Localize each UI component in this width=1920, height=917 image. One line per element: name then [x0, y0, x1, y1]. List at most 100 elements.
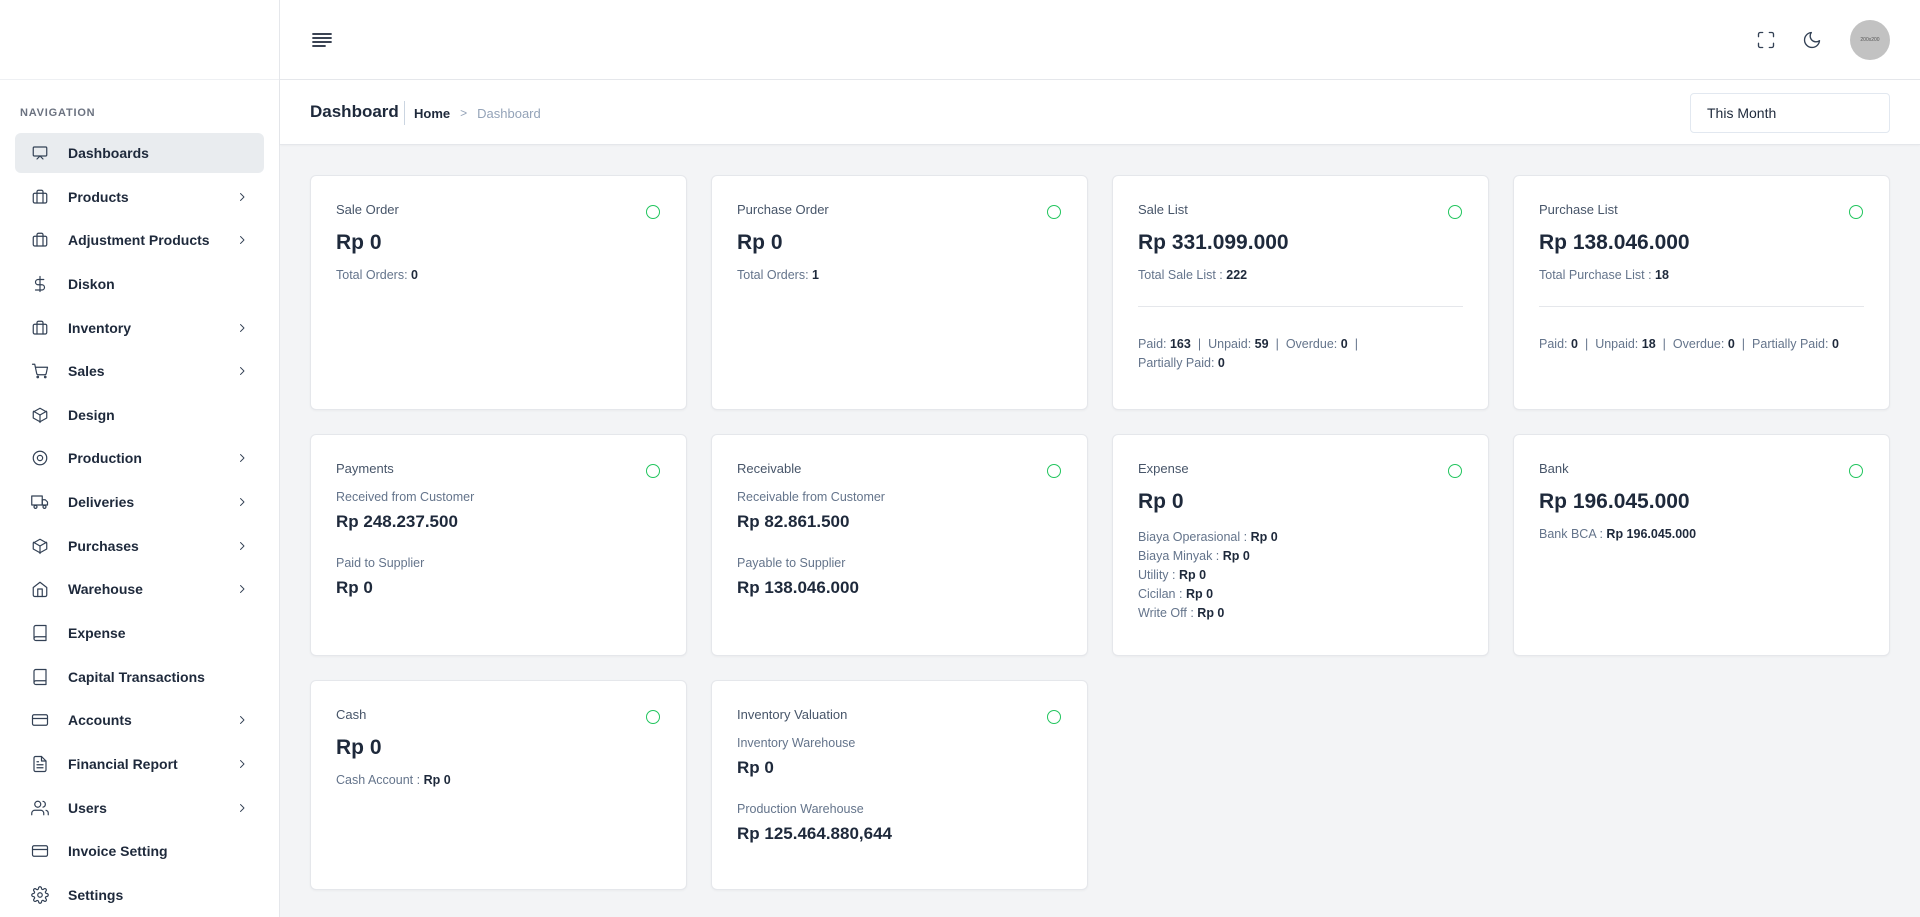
card-amount: Rp 0	[336, 231, 382, 254]
cash-account-line: Cash Account : Rp 0	[336, 773, 661, 787]
sidebar-item-design[interactable]: Design	[15, 395, 264, 435]
status-circle-icon	[1047, 710, 1061, 724]
status-circle-icon	[646, 710, 660, 724]
sidebar-item-purchases[interactable]: Purchases	[15, 526, 264, 566]
inventory-warehouse-value: Rp 0	[737, 758, 774, 777]
payments-card: Payments Received from Customer Rp 248.2…	[310, 434, 687, 656]
gear-icon	[30, 885, 50, 905]
partially-paid-label: Partially Paid:	[1138, 356, 1215, 370]
production-warehouse-label: Production Warehouse	[737, 802, 864, 816]
total-orders-value: 1	[812, 268, 819, 282]
sidebar-item-products[interactable]: Products	[15, 177, 264, 217]
chevron-right-icon	[235, 801, 249, 815]
expense-label: Cicilan :	[1138, 587, 1183, 601]
receivable-from-customer-label: Receivable from Customer	[737, 490, 885, 504]
bank-card: Bank Rp 196.045.000 Bank BCA : Rp 196.04…	[1513, 434, 1890, 656]
sidebar-item-invoice-setting[interactable]: Invoice Setting	[15, 831, 264, 871]
separator: |	[1275, 337, 1279, 351]
sidebar-item-expense[interactable]: Expense	[15, 613, 264, 653]
sidebar-item-capital-transactions[interactable]: Capital Transactions	[15, 657, 264, 697]
sidebar-item-financial-report[interactable]: Financial Report	[15, 744, 264, 784]
sidebar-logo-area	[0, 0, 279, 80]
purchase-list-card: Purchase List Rp 138.046.000 Total Purch…	[1513, 175, 1890, 410]
sidebar-item-deliveries[interactable]: Deliveries	[15, 482, 264, 522]
sidebar-item-production[interactable]: Production	[15, 438, 264, 478]
sidebar-item-users[interactable]: Users	[15, 788, 264, 828]
total-sale-list-label: Total Sale List :	[1138, 268, 1223, 282]
status-circle-icon	[646, 205, 660, 219]
sidebar-item-adjustment-products[interactable]: Adjustment Products	[15, 220, 264, 260]
chevron-right-icon	[235, 451, 249, 465]
page-header: Dashboard Home > Dashboard This Month	[280, 80, 1920, 145]
sidebar-item-label: Inventory	[68, 319, 132, 336]
nav-list: Dashboards Products Adjustment Products …	[0, 133, 279, 915]
bank-account-value: Rp 196.045.000	[1606, 527, 1697, 541]
expense-label: Write Off :	[1138, 606, 1194, 620]
chevron-right-icon	[235, 233, 249, 247]
separator: |	[1662, 337, 1666, 351]
home-icon	[30, 579, 50, 599]
card-title: Expense	[1138, 461, 1189, 476]
briefcase-icon	[30, 187, 50, 207]
expense-value: Rp 0	[1197, 606, 1225, 620]
partially-paid-value: 0	[1217, 356, 1225, 370]
sidebar-item-label: Deliveries	[68, 494, 135, 511]
expense-breakdown-list: Biaya Operasional : Rp 0 Biaya Minyak : …	[1138, 528, 1463, 623]
total-orders-line: Total Orders: 1	[737, 268, 1062, 282]
total-orders-label: Total Orders:	[737, 268, 809, 282]
sidebar-item-diskon[interactable]: Diskon	[15, 264, 264, 304]
paid-value: 163	[1169, 337, 1191, 351]
total-purchase-list-value: 18	[1655, 268, 1669, 282]
sidebar-item-warehouse[interactable]: Warehouse	[15, 569, 264, 609]
credit-card-icon	[30, 710, 50, 730]
cash-account-label: Cash Account :	[336, 773, 421, 787]
cart-icon	[30, 361, 50, 381]
total-orders-value: 0	[411, 268, 418, 282]
menu-toggle-icon[interactable]	[310, 28, 334, 52]
expense-label: Biaya Operasional :	[1138, 530, 1248, 544]
sidebar-item-label: Invoice Setting	[68, 843, 168, 860]
period-select[interactable]: This Month	[1690, 93, 1890, 133]
card-title: Purchase List	[1539, 202, 1618, 217]
sidebar-item-sales[interactable]: Sales	[15, 351, 264, 391]
partially-paid-label: Partially Paid:	[1752, 337, 1829, 351]
separator: |	[1197, 337, 1202, 351]
card-title: Inventory Valuation	[737, 707, 848, 722]
sidebar-item-dashboards[interactable]: Dashboards	[15, 133, 264, 173]
avatar[interactable]: 200x200	[1850, 20, 1890, 60]
list-item: Utility : Rp 0	[1138, 566, 1463, 585]
cash-account-value: Rp 0	[423, 773, 451, 787]
sidebar-item-label: Adjustment Products	[68, 232, 210, 249]
fullscreen-icon[interactable]	[1754, 28, 1778, 52]
expense-value: Rp 0	[1222, 549, 1250, 563]
paid-label: Paid:	[1138, 337, 1167, 351]
sidebar-item-label: Capital Transactions	[68, 668, 205, 685]
receivable-from-customer-value: Rp 82.861.500	[737, 512, 850, 531]
chevron-right-icon	[235, 190, 249, 204]
book-icon	[30, 623, 50, 643]
total-purchase-list-line: Total Purchase List : 18	[1539, 268, 1864, 282]
file-text-icon	[30, 754, 50, 774]
status-circle-icon	[1047, 205, 1061, 219]
sidebar-item-settings[interactable]: Settings	[15, 875, 264, 915]
sidebar-item-accounts[interactable]: Accounts	[15, 700, 264, 740]
page-title: Dashboard	[310, 102, 399, 121]
unpaid-label: Unpaid:	[1595, 337, 1639, 351]
sidebar-item-inventory[interactable]: Inventory	[15, 308, 264, 348]
list-item: Cicilan : Rp 0	[1138, 585, 1463, 604]
monitor-icon	[30, 143, 50, 163]
partially-paid-value: 0	[1831, 337, 1839, 351]
sidebar-item-label: Products	[68, 188, 129, 205]
sale-order-card: Sale Order Rp 0 Total Orders: 0	[310, 175, 687, 410]
status-circle-icon	[1448, 464, 1462, 478]
briefcase-icon	[30, 230, 50, 250]
chevron-right-icon	[235, 582, 249, 596]
list-item: Write Off : Rp 0	[1138, 604, 1463, 623]
breadcrumb-home-link[interactable]: Home	[414, 106, 450, 121]
moon-icon[interactable]	[1800, 28, 1824, 52]
sidebar-item-label: Users	[68, 799, 107, 816]
sidebar-item-label: Sales	[68, 363, 105, 380]
chevron-right-icon	[235, 539, 249, 553]
receivable-card: Receivable Receivable from Customer Rp 8…	[711, 434, 1088, 656]
breadcrumb-current: Dashboard	[477, 105, 541, 121]
